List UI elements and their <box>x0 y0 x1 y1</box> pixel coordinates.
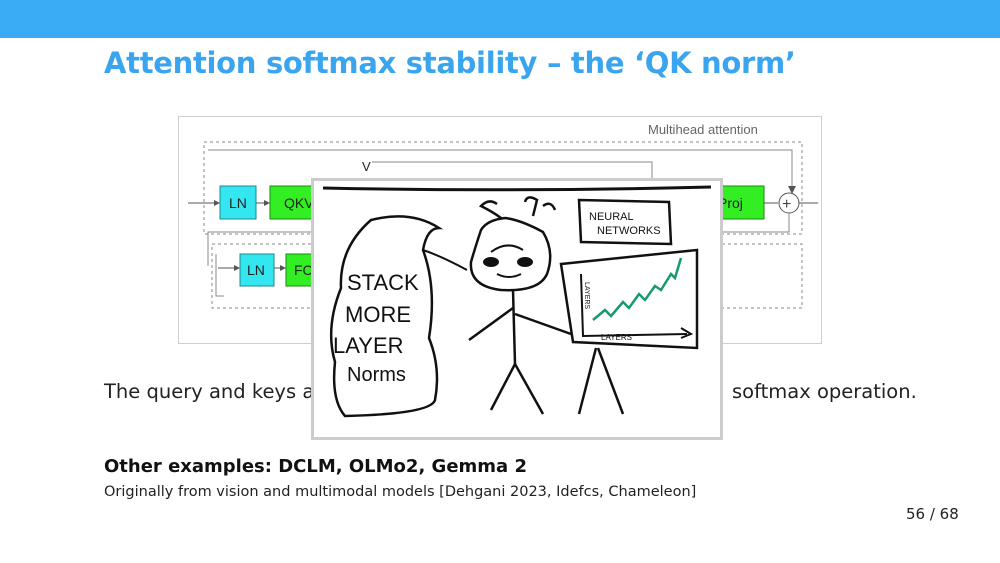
chart-x-axis-label: LAYERS <box>601 333 632 342</box>
bubble-line-1: STACK <box>347 270 419 295</box>
top-header-bar <box>0 0 1000 38</box>
origin-note: Originally from vision and multimodal mo… <box>104 484 697 500</box>
svg-text:LN: LN <box>229 195 247 211</box>
sign-line-2: NETWORKS <box>597 225 661 237</box>
v-label: V <box>362 159 371 174</box>
bubble-line-4: Norms <box>347 364 406 386</box>
bubble-line-2: MORE <box>345 302 411 327</box>
body-text-left: The query and keys ar <box>104 380 323 403</box>
slide-title: Attention softmax stability – the ‘QK no… <box>104 46 796 80</box>
chart-y-axis-label: LAYERS <box>583 282 590 309</box>
plus-symbol: + <box>782 196 791 213</box>
bubble-line-3: LAYER <box>333 333 404 358</box>
svg-text:LN: LN <box>247 262 265 278</box>
body-text-right: softmax operation. <box>732 380 917 403</box>
other-examples-heading: Other examples: DCLM, OLMo2, Gemma 2 <box>104 456 527 477</box>
page-number: 56 / 68 <box>906 505 959 523</box>
svg-text:QKV: QKV <box>284 195 314 211</box>
stack-more-layers-meme: STACK MORE LAYER Norms NEURAL NETWORKS L… <box>311 178 723 440</box>
multihead-attention-label: Multihead attention <box>648 122 758 137</box>
svg-text:FC: FC <box>294 262 313 278</box>
sign-line-1: NEURAL <box>589 211 634 223</box>
